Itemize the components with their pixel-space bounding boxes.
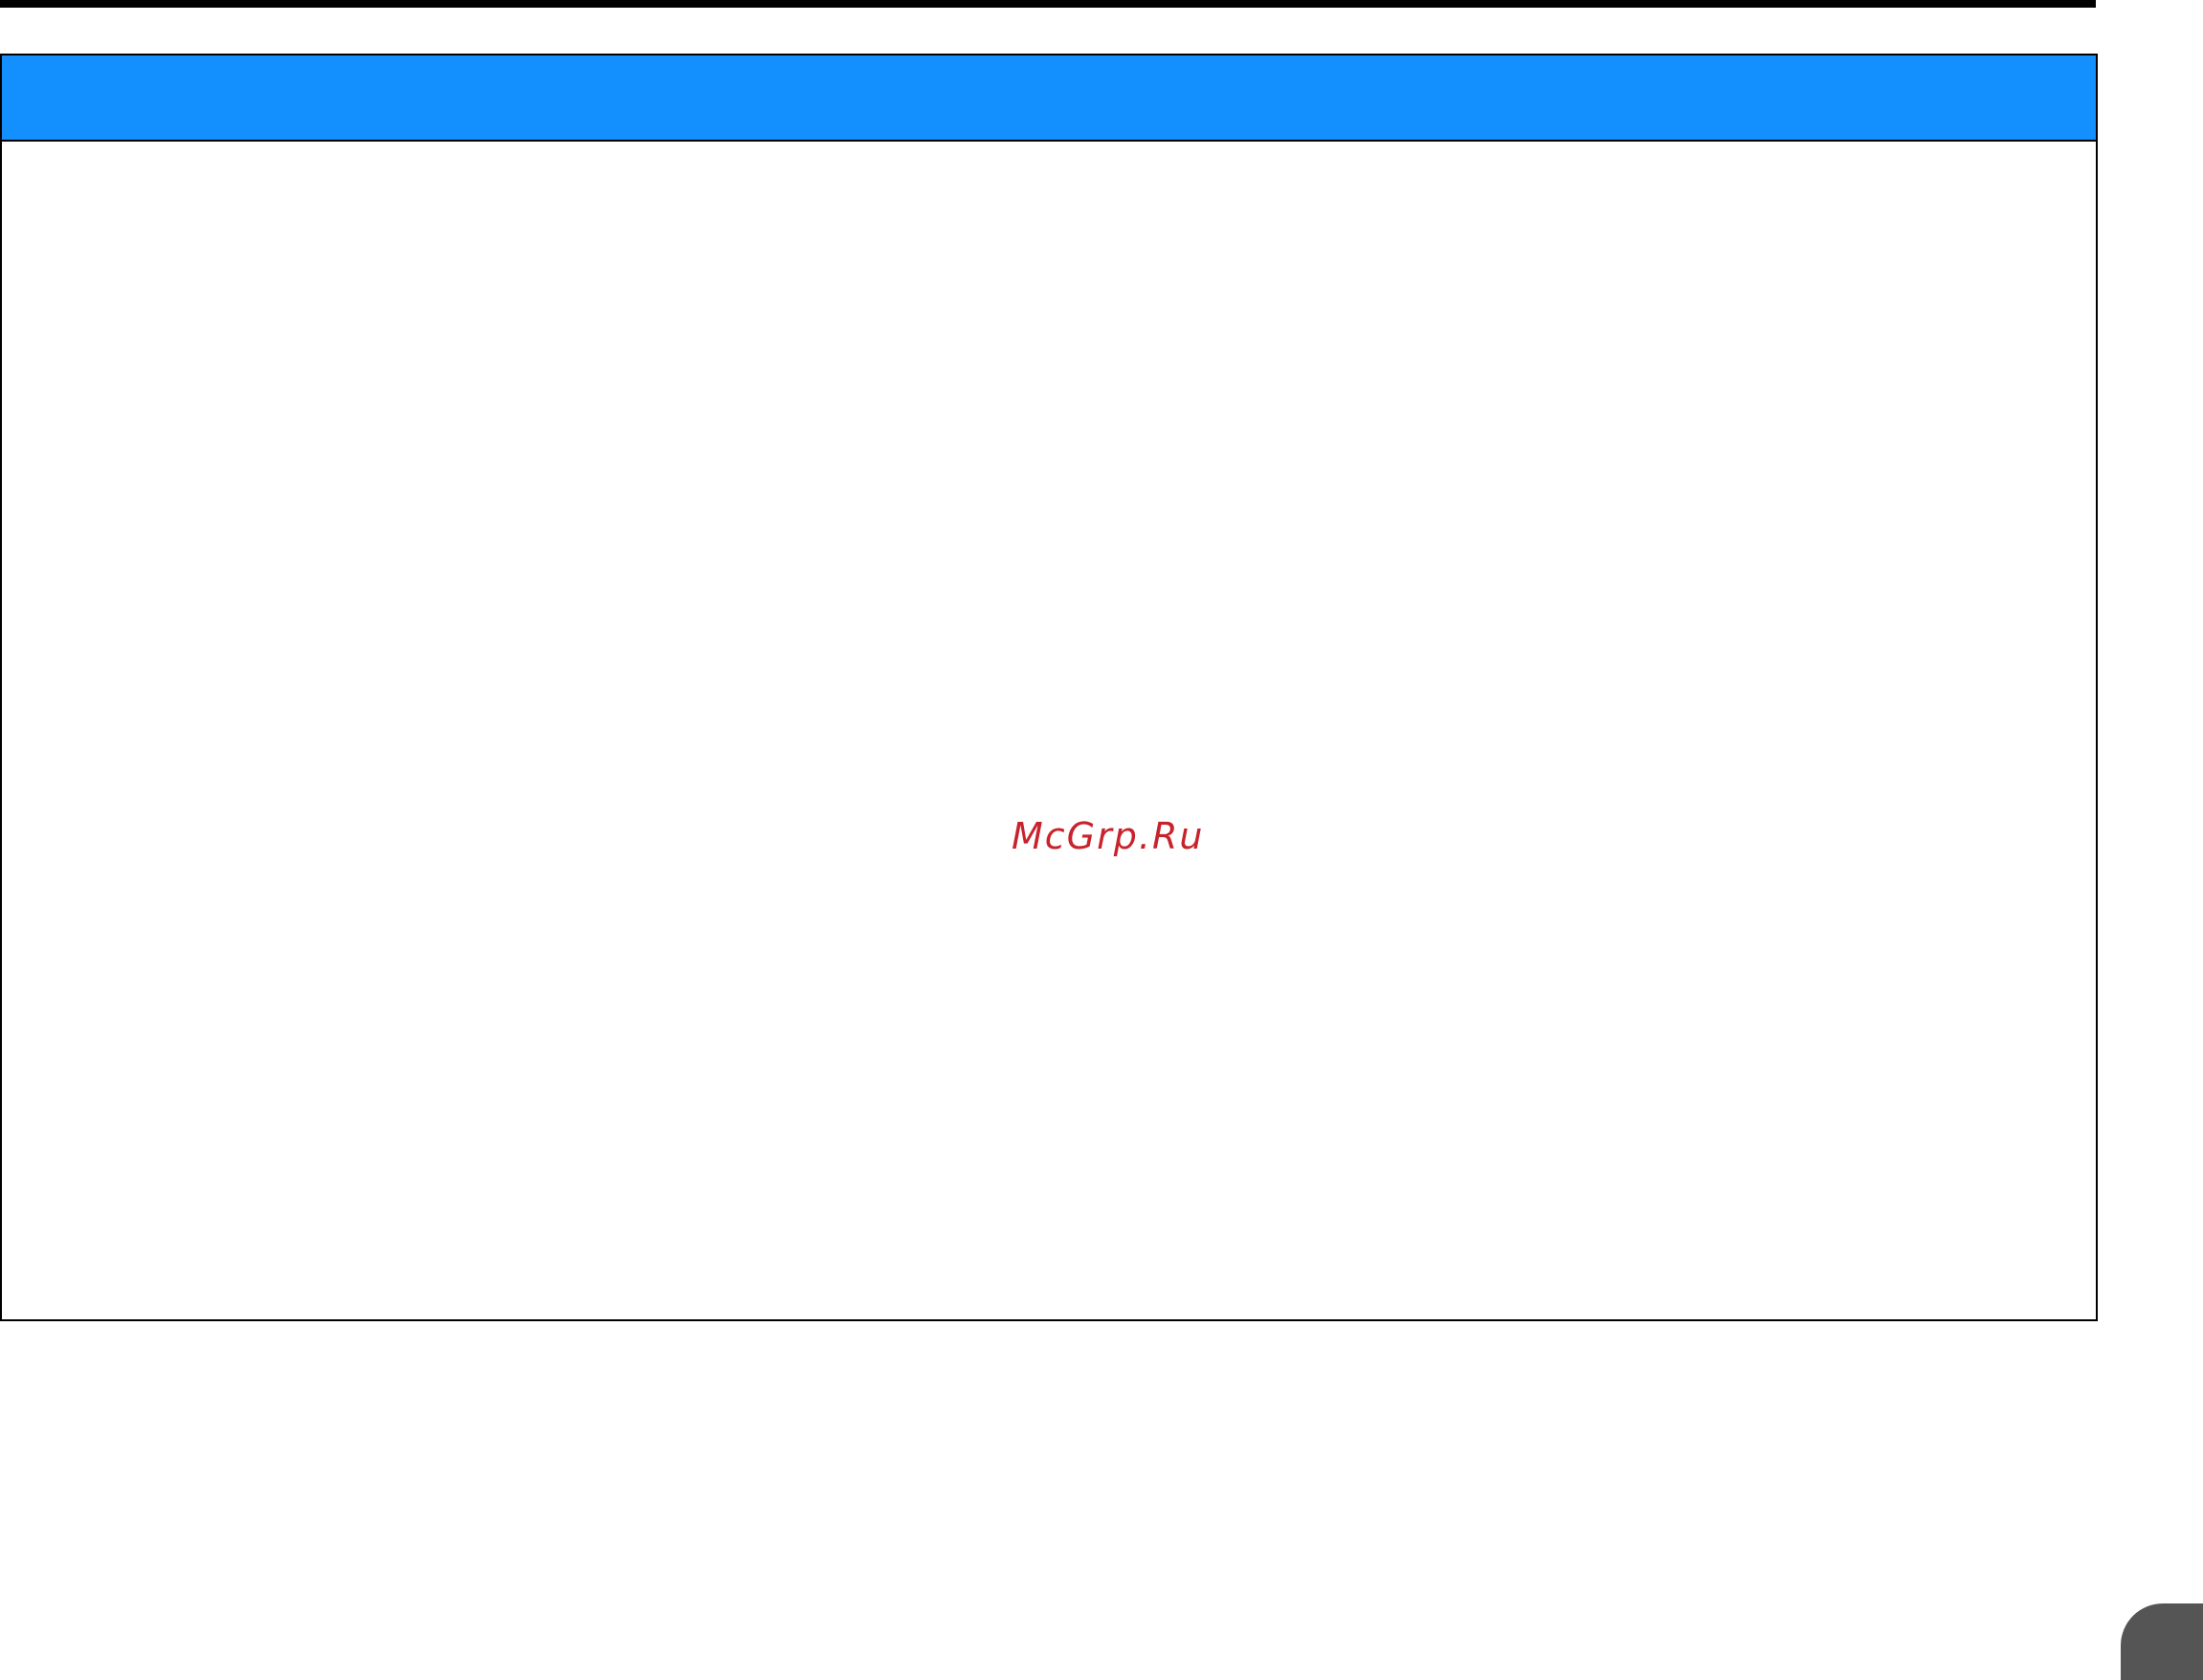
top-rule (0, 0, 2096, 8)
panel-header-band (2, 55, 2096, 142)
panel-body (2, 142, 2096, 1319)
content-panel (0, 54, 2098, 1321)
watermark-text: McGrp.Ru (1012, 815, 1205, 857)
page-tab (2121, 1603, 2203, 1680)
